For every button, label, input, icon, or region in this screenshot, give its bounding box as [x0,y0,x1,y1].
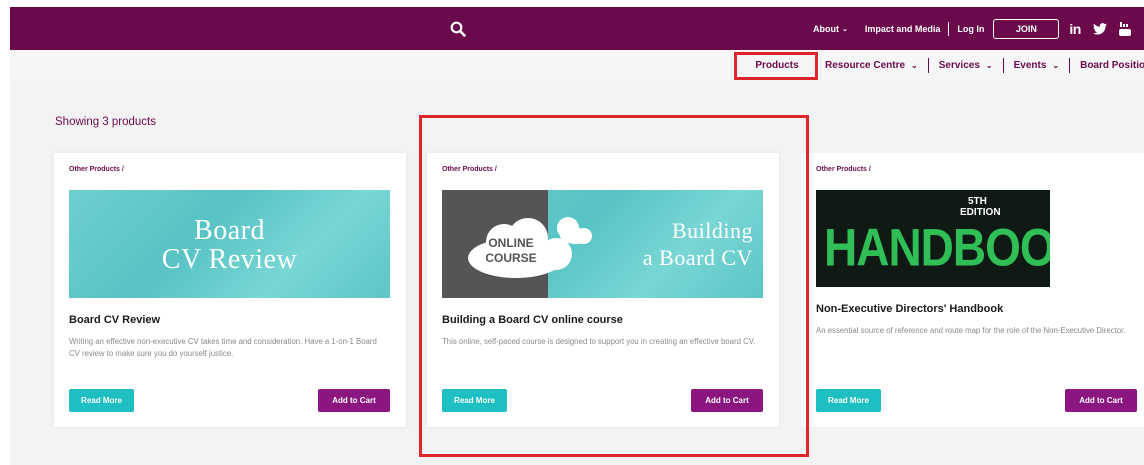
divider [927,57,929,73]
nav-resource-centre-label: Resource Centre [825,59,906,71]
image-background: 5TH EDITION HANDBOOK [816,190,1050,287]
product-title[interactable]: Non-Executive Directors' Handbook [816,303,1003,315]
page: About ⌄ Impact and Media Log In JOIN in [0,0,1144,465]
image-edition-line-1: 5TH [968,196,987,207]
image-text: HANDBOOK [824,217,1050,277]
product-image[interactable]: Board CV Review [69,190,390,298]
divider [1069,57,1071,73]
top-nav: About ⌄ Impact and Media Log In JOIN in [813,7,1131,50]
nav-events[interactable]: Events ⌄ [1014,60,1060,71]
results-count: Showing 3 products [55,116,157,128]
product-breadcrumb[interactable]: Other Products / [816,166,871,173]
products-highlight-box [734,52,818,80]
nav-services[interactable]: Services ⌄ [939,60,993,71]
youtube-icon[interactable] [1118,21,1131,37]
image-background: Board CV Review [69,190,390,298]
image-text-line-1: Board [194,215,265,246]
nav-events-label: Events [1013,59,1047,71]
search-icon[interactable] [450,21,466,37]
chevron-down-icon: ⌄ [1052,60,1060,70]
nav-resource-centre[interactable]: Resource Centre ⌄ [825,60,918,71]
impact-media-label: Impact and Media [864,23,941,34]
add-to-cart-button[interactable]: Add to Cart [1065,389,1137,412]
card-highlight-box [419,115,809,457]
login-link[interactable]: Log In [957,24,984,34]
top-bar: About ⌄ Impact and Media Log In JOIN in [10,7,1144,50]
social-links: in [1069,21,1131,37]
product-card-ned-handbook: Other Products / 5TH EDITION HANDBOOK No… [801,153,1144,427]
login-label: Log In [957,23,985,34]
chevron-down-icon: ⌄ [911,60,918,70]
join-button[interactable]: JOIN [993,18,1060,39]
product-card-board-cv-review: Other Products / Board CV Review Board C… [54,153,406,427]
impact-media-link[interactable]: Impact and Media [865,24,941,34]
add-to-cart-button[interactable]: Add to Cart [318,389,390,412]
chevron-down-icon: ⌄ [985,60,993,70]
nav-board-positions[interactable]: Board Positio [1080,60,1144,71]
chevron-down-icon: ⌄ [842,25,848,33]
about-label: About [813,23,839,34]
product-image[interactable]: 5TH EDITION HANDBOOK [816,190,1050,287]
read-more-button[interactable]: Read More [816,389,881,412]
nav-board-positions-label: Board Positio [1080,59,1144,71]
image-text-line-2: CV Review [161,244,298,275]
divider [1002,57,1004,73]
product-description: An essential source of reference and rou… [816,326,1126,335]
read-more-button[interactable]: Read More [69,389,134,412]
secondary-nav: Products Resource Centre ⌄ Services ⌄ Ev… [10,50,1144,80]
divider [948,21,950,36]
linkedin-icon[interactable]: in [1069,21,1081,37]
twitter-icon[interactable] [1092,22,1107,35]
nav-services-label: Services [938,59,980,71]
about-menu[interactable]: About ⌄ [813,24,848,34]
product-breadcrumb[interactable]: Other Products / [69,166,124,173]
product-description: Writing an effective non-executive CV ta… [69,337,377,358]
product-title[interactable]: Board CV Review [69,314,160,326]
